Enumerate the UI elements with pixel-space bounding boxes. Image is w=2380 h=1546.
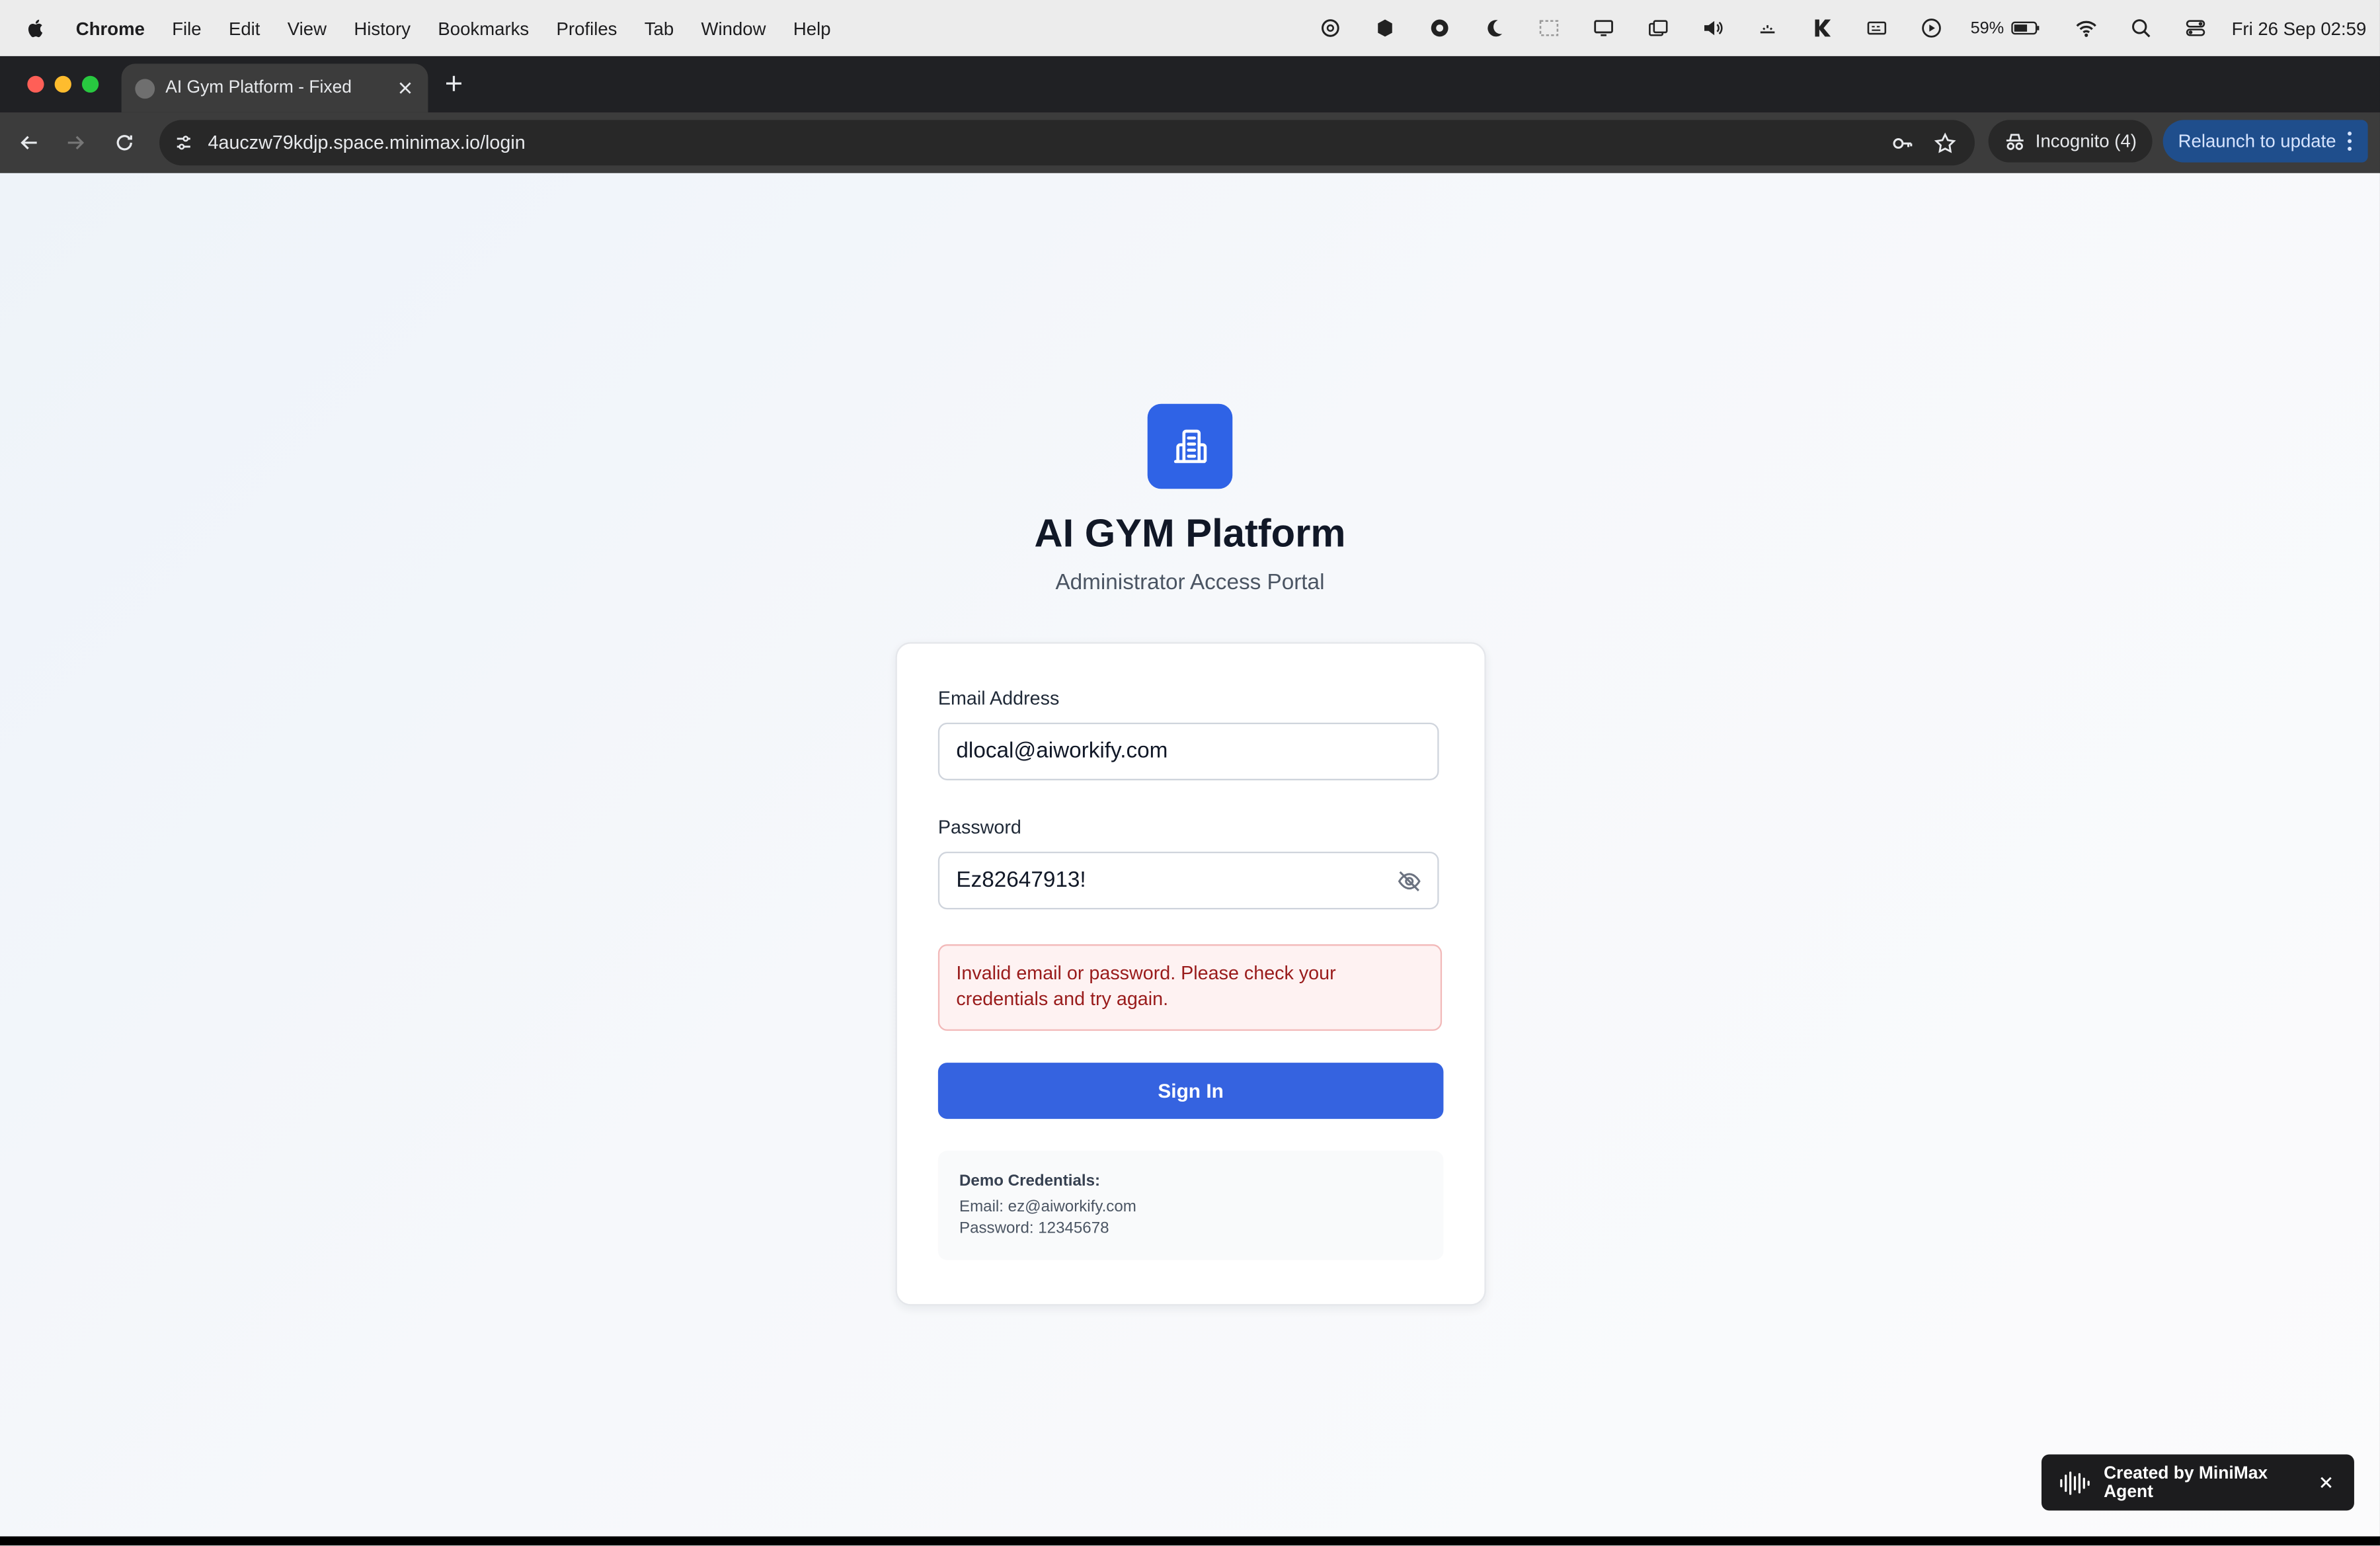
email-field[interactable]: dlocal@aiworkify.com [937, 722, 1439, 781]
browser-tab-strip: AI Gym Platform - Fixed [0, 56, 2380, 158]
control-center-icon[interactable] [2183, 16, 2207, 40]
status-area: 59% Fri 26 Sep 02:59 [1287, 0, 2380, 56]
menu-clock[interactable]: Fri 26 Sep 02:59 [2232, 17, 2367, 38]
kite-icon[interactable] [1809, 16, 1834, 40]
menu-bookmarks[interactable]: Bookmarks [438, 17, 529, 38]
menu-view[interactable]: View [288, 17, 327, 38]
window-controls [27, 75, 109, 93]
macos-menu-bar: Chrome File Edit View History Bookmarks … [0, 0, 2380, 56]
bookmark-star-icon[interactable] [1932, 130, 1957, 155]
demo-credentials-title: Demo Credentials: [959, 1172, 1101, 1190]
sign-in-button[interactable]: Sign In [937, 1063, 1444, 1119]
keyboard-icon[interactable] [1864, 16, 1889, 40]
menu-file[interactable]: File [172, 17, 201, 38]
demo-email: Email: ez@aiworkify.com [959, 1198, 1136, 1217]
error-message-line-2: credentials and try again. [956, 988, 1169, 1010]
brightness-icon[interactable] [1755, 16, 1780, 40]
cube-icon[interactable] [1372, 16, 1397, 40]
site-settings-icon[interactable] [171, 130, 196, 155]
back-button[interactable] [17, 130, 41, 155]
tab-close-icon[interactable] [395, 77, 416, 99]
display-icon[interactable] [1591, 16, 1616, 40]
badge-close-icon[interactable] [2317, 1473, 2335, 1492]
tab-title: AI Gym Platform - Fixed [165, 79, 352, 97]
email-label: Email Address [937, 688, 1060, 710]
globe-icon [135, 78, 155, 99]
menu-window[interactable]: Window [701, 17, 766, 38]
key-icon[interactable] [1889, 130, 1914, 155]
browser-tab[interactable]: AI Gym Platform - Fixed [121, 63, 428, 112]
more-menu-icon[interactable] [2340, 129, 2359, 153]
sound-wave-icon [2058, 1469, 2092, 1496]
arrow-left-icon [20, 136, 37, 149]
login-page: AI GYM Platform Administrator Access Por… [0, 173, 2380, 1537]
menu-tab[interactable]: Tab [645, 17, 674, 38]
relaunch-to-update-button[interactable]: Relaunch to update [2162, 120, 2368, 163]
plus-icon [446, 75, 461, 91]
error-message-line-1: Invalid email or password. Please check … [956, 962, 1336, 984]
incognito-icon [2002, 129, 2026, 153]
reload-icon [116, 135, 132, 151]
spiral-icon[interactable] [1427, 16, 1452, 40]
badge-label: Created by MiniMax Agent [2104, 1464, 2268, 1501]
spotlight-search-icon[interactable] [2128, 16, 2153, 40]
reload-button[interactable] [112, 130, 137, 155]
demo-password: Password: 12345678 [959, 1219, 1109, 1238]
menu-profiles[interactable]: Profiles [557, 17, 617, 38]
menu-edit[interactable]: Edit [229, 17, 260, 38]
page-title: AI GYM Platform [1034, 510, 1346, 556]
sidebar-icon[interactable] [1536, 16, 1561, 40]
forward-button[interactable] [63, 130, 88, 155]
password-value: Ez82647913! [956, 868, 1086, 893]
building-icon [1173, 429, 1207, 464]
window-close-button[interactable] [27, 75, 44, 93]
minimax-badge[interactable]: Created by MiniMax Agent [2041, 1454, 2354, 1511]
menu-help[interactable]: Help [793, 17, 831, 38]
new-tab-button[interactable] [443, 73, 464, 94]
login-card: Email Address dlocal@aiworkify.com Passw… [895, 642, 1486, 1306]
demo-credentials: Demo Credentials: Email: ez@aiworkify.co… [937, 1151, 1444, 1260]
window-minimize-button[interactable] [54, 75, 71, 93]
wifi-icon[interactable] [2074, 16, 2098, 40]
address-bar[interactable]: 4auczw79kdjp.space.minimax.io/login [159, 120, 1975, 166]
incognito-button[interactable]: Incognito (4) [1988, 120, 2153, 163]
app-menu: Chrome File Edit View History Bookmarks … [76, 17, 858, 38]
menu-chrome[interactable]: Chrome [76, 17, 145, 38]
moon-icon[interactable] [1482, 16, 1506, 40]
volume-icon[interactable] [1700, 16, 1725, 40]
incognito-label: Incognito (4) [2035, 130, 2137, 152]
page-subtitle: Administrator Access Portal [1055, 571, 1325, 595]
apple-icon[interactable] [24, 16, 49, 40]
menu-history[interactable]: History [354, 17, 411, 38]
address-url: 4auczw79kdjp.space.minimax.io/login [208, 132, 526, 153]
openai-icon[interactable] [1318, 16, 1342, 40]
battery-icon[interactable] [2010, 16, 2043, 40]
relaunch-label: Relaunch to update [2178, 130, 2336, 152]
error-alert: Invalid email or password. Please check … [937, 944, 1443, 1031]
password-label: Password [937, 817, 1021, 838]
window-zoom-button[interactable] [81, 75, 99, 93]
battery-percent: 59% [1970, 19, 2004, 38]
screen: Chrome File Edit View History Bookmarks … [0, 0, 2380, 1546]
password-field[interactable]: Ez82647913! [937, 852, 1439, 910]
app-logo [1147, 403, 1233, 489]
arrow-right-icon [67, 136, 85, 149]
play-icon[interactable] [1919, 16, 1944, 40]
windows-icon[interactable] [1646, 16, 1670, 40]
eye-off-icon[interactable] [1395, 867, 1422, 894]
email-value: dlocal@aiworkify.com [956, 739, 1168, 764]
